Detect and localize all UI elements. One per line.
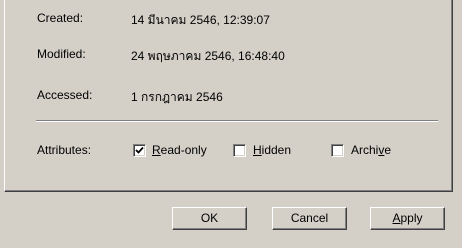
checkmark-icon [135, 146, 144, 154]
accessed-value: 1 กรกฎาคม 2546 [131, 90, 223, 104]
hidden-access-key: H [253, 143, 262, 157]
archive-checkbox[interactable] [331, 144, 344, 157]
attributes-label: Attributes: [37, 143, 92, 157]
readonly-checkbox[interactable] [133, 144, 146, 157]
archive-label[interactable]: Archive [351, 143, 391, 157]
modified-value: 24 พฤษภาคม 2546, 16:48:40 [131, 49, 285, 63]
apply-button[interactable]: Apply [370, 207, 445, 230]
separator [36, 120, 438, 122]
readonly-label[interactable]: Read-only [152, 143, 207, 157]
hidden-checkbox[interactable] [233, 144, 246, 157]
created-label: Created: [37, 11, 84, 25]
created-value: 14 มีนาคม 2546, 12:39:07 [131, 13, 270, 27]
readonly-access-key: R [152, 143, 161, 157]
accessed-label: Accessed: [37, 88, 93, 102]
modified-label: Modified: [37, 47, 86, 61]
hidden-label[interactable]: Hidden [253, 143, 291, 157]
apply-access-key: A [392, 211, 401, 225]
cancel-button[interactable]: Cancel [272, 207, 347, 230]
ok-button[interactable]: OK [172, 207, 247, 230]
